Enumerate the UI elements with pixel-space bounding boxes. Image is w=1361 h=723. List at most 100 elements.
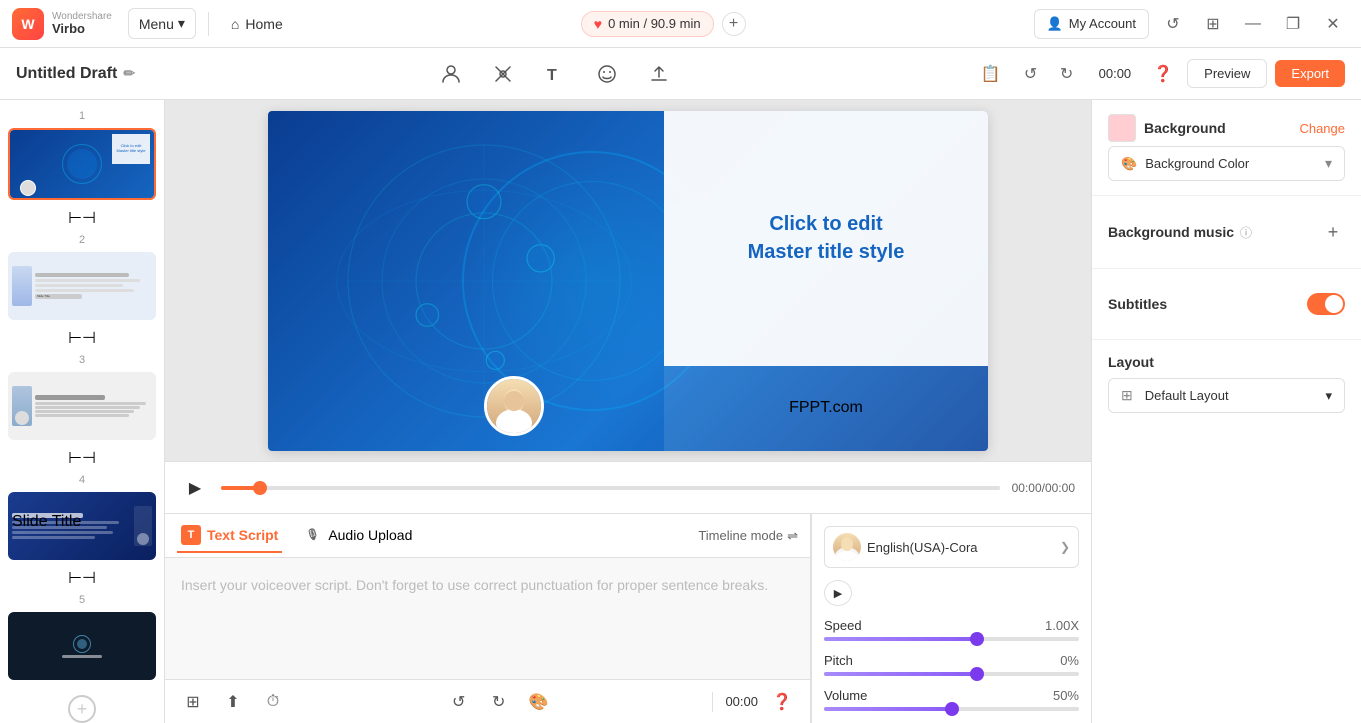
minimize-button[interactable]: — — [1237, 8, 1269, 40]
undo-button[interactable]: ↺ — [1015, 58, 1047, 90]
bottom-paint[interactable]: 🎨 — [523, 686, 555, 718]
background-music-info-icon[interactable]: ⓘ — [1240, 224, 1252, 241]
volume-label: Volume — [824, 688, 867, 703]
timeline-mode-label: Timeline mode — [698, 528, 783, 543]
logo-text: Wondershare Virbo — [52, 11, 112, 36]
play-button[interactable]: ▶ — [181, 474, 209, 502]
volume-thumb[interactable] — [945, 702, 959, 716]
undo-redo-group: ↺ ↻ — [1015, 58, 1083, 90]
avatar-tool[interactable] — [433, 56, 469, 92]
background-color-icon: 🎨 — [1121, 156, 1137, 172]
subtitles-label: Subtitles — [1108, 296, 1167, 312]
background-change-button[interactable]: Change — [1299, 121, 1345, 136]
menu-label: Menu — [139, 16, 174, 32]
bottom-center: ↺ ↻ 🎨 — [297, 686, 700, 718]
speed-label: Speed — [824, 618, 862, 633]
home-icon: ⌂ — [231, 16, 239, 32]
menu-arrow-icon: ▾ — [178, 15, 185, 32]
slide-4-divider: ⊢⊣ — [0, 564, 164, 592]
slide-3-item[interactable] — [8, 372, 156, 440]
slide-3-divider: ⊢⊣ — [0, 444, 164, 472]
slide-background: Click to edit Master title style FPPT.co… — [268, 111, 988, 451]
timeline-track[interactable] — [221, 486, 1000, 490]
pitch-thumb[interactable] — [970, 667, 984, 681]
maximize-button[interactable]: ❐ — [1277, 8, 1309, 40]
export-button[interactable]: Export — [1275, 60, 1345, 87]
script-area: T Text Script 🎙 Audio Upload Timeline mo… — [165, 513, 1091, 723]
pitch-slider[interactable] — [824, 672, 1079, 676]
add-duration-button[interactable]: + — [722, 12, 746, 36]
subtitles-toggle[interactable] — [1307, 293, 1345, 315]
bottom-help[interactable]: ❓ — [766, 686, 798, 718]
voice-preview-play[interactable]: ▶ — [824, 580, 852, 606]
slide-1-number: 1 — [0, 108, 164, 124]
slide-2-item[interactable]: Slide Title — [8, 252, 156, 320]
script-content[interactable]: Insert your voiceover script. Don't forg… — [165, 558, 810, 679]
background-color-label: Background Color — [1145, 156, 1249, 171]
speed-slider[interactable] — [824, 637, 1079, 641]
slide-4-item[interactable]: Slide Title — [8, 492, 156, 560]
layout-chevron-icon: ▾ — [1325, 388, 1332, 404]
slide-1-divider: ⊢⊣ — [0, 204, 164, 232]
background-swatch — [1108, 114, 1136, 142]
history-button[interactable]: ↺ — [1157, 8, 1189, 40]
canvas-area: Click to edit Master title style FPPT.co… — [165, 100, 1091, 723]
timer-icon[interactable]: ⏱ — [257, 686, 289, 718]
preview-button[interactable]: Preview — [1187, 59, 1267, 88]
script-bottom-bar: ⊞ ⬆ ⏱ ↺ ↻ 🎨 00:00 ❓ — [165, 679, 810, 723]
redo-button[interactable]: ↻ — [1051, 58, 1083, 90]
background-color-row[interactable]: 🎨 Background Color ▾ — [1108, 146, 1345, 181]
grid-button[interactable]: ⊞ — [1197, 8, 1229, 40]
separator — [208, 12, 209, 36]
volume-header: Volume 50% — [824, 688, 1079, 703]
emoji-tool[interactable] — [589, 56, 625, 92]
timeline-mode-button[interactable]: Timeline mode ⇌ — [698, 528, 798, 544]
slide-5-item[interactable] — [8, 612, 156, 680]
voice-expand-icon: ❯ — [1060, 540, 1070, 554]
volume-slider[interactable] — [824, 707, 1079, 711]
help-button[interactable]: ❓ — [1147, 58, 1179, 90]
menu-button[interactable]: Menu ▾ — [128, 8, 196, 39]
add-background-music-button[interactable]: + — [1321, 220, 1345, 244]
close-button[interactable]: ✕ — [1317, 8, 1349, 40]
toolbar-tools: T — [135, 56, 975, 92]
speed-thumb[interactable] — [970, 632, 984, 646]
main-content: 1 Click to editMaster title style ⊢⊣ 2 — [0, 100, 1361, 723]
script-tabs: T Text Script 🎙 Audio Upload Timeline mo… — [165, 514, 810, 558]
divider-4-icon: ⊢⊣ — [68, 568, 96, 588]
slide-frame[interactable]: Click to edit Master title style FPPT.co… — [268, 111, 988, 451]
pitch-value: 0% — [1060, 653, 1079, 668]
volume-value: 50% — [1053, 688, 1079, 703]
account-icon: 👤 — [1047, 16, 1063, 32]
voice-avatar-svg — [833, 533, 861, 561]
text-script-tab[interactable]: T Text Script — [177, 519, 282, 553]
account-button[interactable]: 👤 My Account — [1034, 9, 1149, 39]
text-script-label: Text Script — [207, 527, 278, 543]
bottom-redo[interactable]: ↻ — [483, 686, 515, 718]
duration-badge: ♥ 0 min / 90.9 min — [581, 11, 714, 37]
speed-header: Speed 1.00X — [824, 618, 1079, 633]
voice-selector[interactable]: English(USA)-Cora ❯ — [824, 526, 1079, 568]
timeline-mode-icon: ⇌ — [787, 528, 798, 544]
text-tool[interactable]: T — [537, 56, 573, 92]
script-placeholder-text: Insert your voiceover script. Don't forg… — [181, 574, 794, 596]
add-slide-button[interactable]: + — [0, 684, 164, 723]
home-button[interactable]: ⌂ Home — [221, 10, 293, 38]
layout-dropdown[interactable]: ⊞ Default Layout ▾ — [1108, 378, 1345, 413]
edit-title-icon[interactable]: ✏ — [123, 65, 135, 82]
audio-upload-tab[interactable]: 🎙 Audio Upload — [298, 519, 416, 553]
upload-icon[interactable]: ⬆ — [217, 686, 249, 718]
bottom-undo[interactable]: ↺ — [443, 686, 475, 718]
volume-section: Volume 50% — [824, 688, 1079, 711]
notes-button[interactable]: 📋 — [975, 58, 1007, 90]
slide-2-divider: ⊢⊣ — [0, 324, 164, 352]
upload-tool[interactable] — [641, 56, 677, 92]
effects-tool[interactable] — [485, 56, 521, 92]
right-panel: Background Change 🎨 Background Color ▾ B… — [1091, 100, 1361, 723]
divider-2-icon: ⊢⊣ — [68, 328, 96, 348]
slide-1-item[interactable]: Click to editMaster title style — [8, 128, 156, 200]
text-insert-icon[interactable]: ⊞ — [177, 686, 209, 718]
heart-icon: ♥ — [594, 16, 602, 32]
slide-avatar — [484, 376, 544, 436]
timeline-thumb[interactable] — [253, 481, 267, 495]
